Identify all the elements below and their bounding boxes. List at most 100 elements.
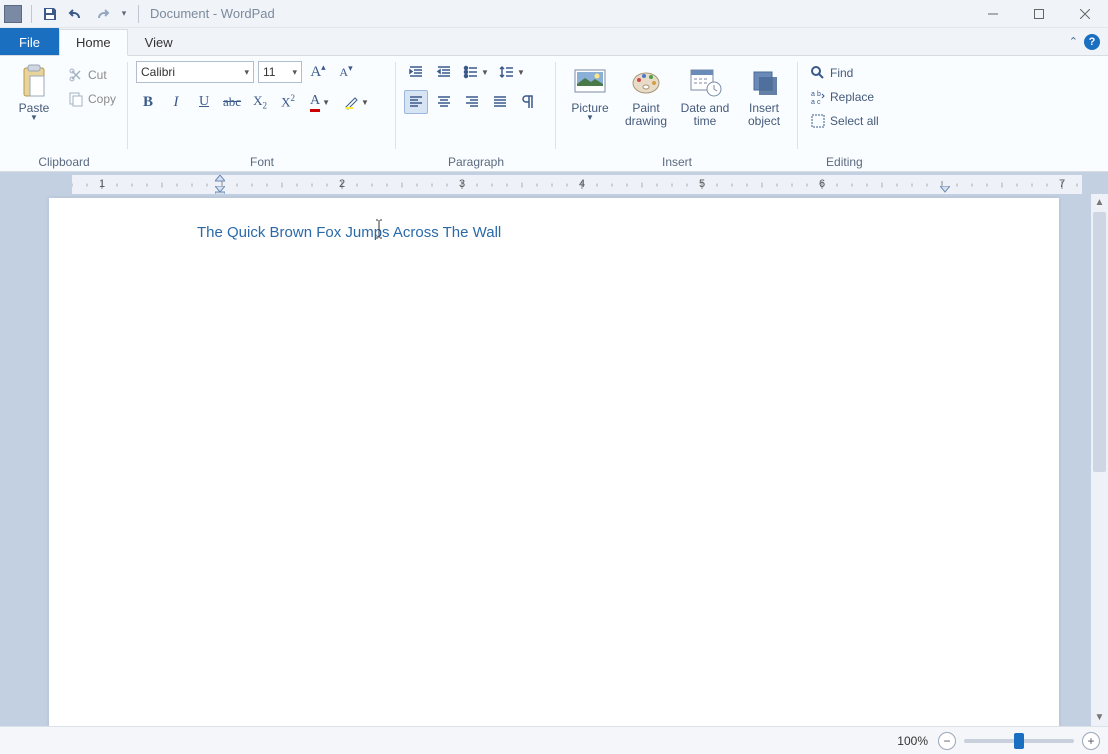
insert-object-button[interactable]: Insert object: [738, 60, 790, 132]
ruler-mark: 2: [339, 178, 345, 190]
window-title: Document - WordPad: [150, 6, 275, 21]
insert-picture-button[interactable]: Picture ▼: [564, 60, 616, 126]
find-button[interactable]: Find: [806, 62, 883, 84]
tab-file[interactable]: File: [0, 28, 59, 55]
zoom-in-button[interactable]: +: [1082, 732, 1100, 750]
copy-icon: [68, 91, 84, 107]
tab-home[interactable]: Home: [59, 29, 128, 56]
bold-button[interactable]: B: [136, 90, 160, 114]
underline-button[interactable]: U: [192, 90, 216, 114]
superscript-button[interactable]: X2: [276, 90, 300, 114]
paragraph-dialog-button[interactable]: [516, 90, 540, 114]
ruler-area: 1 2 3 4 5 6 7: [0, 172, 1108, 194]
group-font-label: Font: [136, 153, 388, 171]
document-page[interactable]: The Quick Brown Fox Jumps Across The Wal…: [49, 198, 1059, 726]
decrease-indent-button[interactable]: [404, 60, 428, 84]
ruler-mark: 7: [1059, 178, 1065, 190]
highlight-button[interactable]: ▼: [340, 90, 372, 114]
cut-label: Cut: [88, 68, 107, 82]
find-icon: [810, 65, 826, 81]
scroll-thumb[interactable]: [1093, 212, 1106, 472]
svg-text:c: c: [817, 99, 821, 105]
save-button[interactable]: [39, 3, 61, 25]
svg-text:b: b: [817, 91, 821, 98]
paint-label: Paint drawing: [620, 102, 672, 128]
title-bar: ▾ Document - WordPad: [0, 0, 1108, 28]
datetime-label: Date and time: [676, 102, 734, 128]
shrink-font-button[interactable]: A▾: [334, 60, 358, 84]
ruler-mark: 4: [579, 178, 585, 190]
line-spacing-button[interactable]: ▼: [496, 60, 528, 84]
group-insert-label: Insert: [564, 153, 790, 171]
select-all-button[interactable]: Select all: [806, 110, 883, 132]
object-label: Insert object: [738, 102, 790, 128]
zoom-out-button[interactable]: −: [938, 732, 956, 750]
zoom-slider[interactable]: [964, 739, 1074, 743]
redo-button[interactable]: [91, 3, 113, 25]
insert-datetime-button[interactable]: Date and time: [676, 60, 734, 132]
vertical-scrollbar[interactable]: ▲ ▼: [1091, 194, 1108, 726]
group-clipboard-label: Clipboard: [8, 153, 120, 171]
svg-text:a: a: [811, 91, 815, 98]
select-all-icon: [810, 113, 826, 129]
replace-button[interactable]: abac Replace: [806, 86, 883, 108]
ruler-mark: 6: [819, 178, 825, 190]
cut-button[interactable]: Cut: [64, 64, 120, 86]
undo-button[interactable]: [65, 3, 87, 25]
find-label: Find: [830, 66, 853, 80]
tab-view[interactable]: View: [128, 28, 190, 55]
document-area: The Quick Brown Fox Jumps Across The Wal…: [0, 194, 1108, 726]
scroll-down-button[interactable]: ▼: [1091, 709, 1108, 726]
status-bar: 100% − +: [0, 726, 1108, 754]
ruler-mark: 3: [459, 178, 465, 190]
minimize-button[interactable]: [970, 0, 1016, 28]
bullets-button[interactable]: ▼: [460, 60, 492, 84]
group-editing-label: Editing: [806, 153, 883, 171]
group-paragraph: ▼ ▼ Paragraph: [396, 56, 556, 171]
increase-indent-button[interactable]: [432, 60, 456, 84]
strikethrough-button[interactable]: abc: [220, 90, 244, 114]
font-size-value: 11: [263, 65, 275, 79]
copy-button[interactable]: Copy: [64, 88, 120, 110]
align-justify-button[interactable]: [488, 90, 512, 114]
replace-label: Replace: [830, 90, 874, 104]
first-line-indent-marker[interactable]: [215, 175, 225, 183]
maximize-button[interactable]: [1016, 0, 1062, 28]
document-text[interactable]: The Quick Brown Fox Jumps Across The Wal…: [197, 224, 501, 241]
ribbon-tabs: File Home View ⌃ ?: [0, 28, 1108, 56]
paste-button[interactable]: Paste ▼: [8, 60, 60, 126]
copy-label: Copy: [88, 92, 116, 106]
align-left-button[interactable]: [404, 90, 428, 114]
grow-font-button[interactable]: A▴: [306, 60, 330, 84]
app-icon: [4, 5, 22, 23]
group-clipboard: Paste ▼ Cut Copy Clipboard: [0, 56, 128, 171]
select-all-label: Select all: [830, 114, 879, 128]
group-font: Calibri▾ 11▾ A▴ A▾ B I U abc X2 X2 A▼ ▼ …: [128, 56, 396, 171]
replace-icon: abac: [810, 89, 826, 105]
italic-button[interactable]: I: [164, 90, 188, 114]
group-editing: Find abac Replace Select all Editing: [798, 56, 891, 171]
scissors-icon: [68, 67, 84, 83]
help-button[interactable]: ?: [1084, 34, 1100, 50]
font-family-combo[interactable]: Calibri▾: [136, 61, 254, 83]
group-insert: Picture ▼ Paint drawing Date and time In…: [556, 56, 798, 171]
font-size-combo[interactable]: 11▾: [258, 61, 302, 83]
right-indent-marker[interactable]: [940, 186, 950, 194]
scroll-up-button[interactable]: ▲: [1091, 194, 1108, 211]
ruler-mark: 1: [99, 178, 105, 190]
collapse-ribbon-icon[interactable]: ⌃: [1069, 35, 1078, 48]
insert-paint-button[interactable]: Paint drawing: [620, 60, 672, 132]
ruler-mark: 5: [699, 178, 705, 190]
svg-text:a: a: [811, 99, 815, 105]
zoom-slider-knob[interactable]: [1014, 733, 1024, 749]
close-button[interactable]: [1062, 0, 1108, 28]
qat-customize[interactable]: ▾: [117, 3, 131, 25]
left-indent-marker[interactable]: [215, 186, 225, 194]
group-paragraph-label: Paragraph: [404, 153, 548, 171]
zoom-value: 100%: [897, 734, 928, 748]
subscript-button[interactable]: X2: [248, 90, 272, 114]
align-right-button[interactable]: [460, 90, 484, 114]
align-center-button[interactable]: [432, 90, 456, 114]
ribbon: Paste ▼ Cut Copy Clipboard Calibri▾: [0, 56, 1108, 172]
font-color-button[interactable]: A▼: [304, 90, 336, 114]
